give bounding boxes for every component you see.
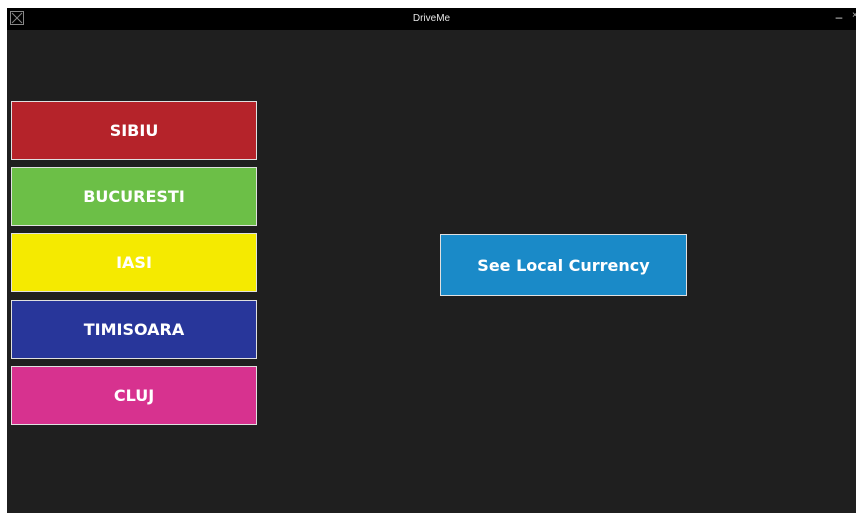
title-bar[interactable]: DriveMe – × (7, 8, 856, 30)
minimize-button[interactable]: – (832, 10, 846, 26)
city-button-bucuresti[interactable]: BUCURESTI (11, 167, 257, 226)
see-local-currency-button[interactable]: See Local Currency (440, 234, 687, 296)
city-button-cluj[interactable]: CLUJ (11, 366, 257, 425)
window-title: DriveMe (412, 13, 451, 24)
city-button-iasi[interactable]: IASI (11, 233, 257, 292)
city-button-timisoara[interactable]: TIMISOARA (11, 300, 257, 359)
close-button[interactable]: × (852, 10, 856, 26)
app-window: DriveMe – × SIBIU BUCURESTI IASI TIMISOA… (7, 8, 856, 513)
city-button-sibiu[interactable]: SIBIU (11, 101, 257, 160)
